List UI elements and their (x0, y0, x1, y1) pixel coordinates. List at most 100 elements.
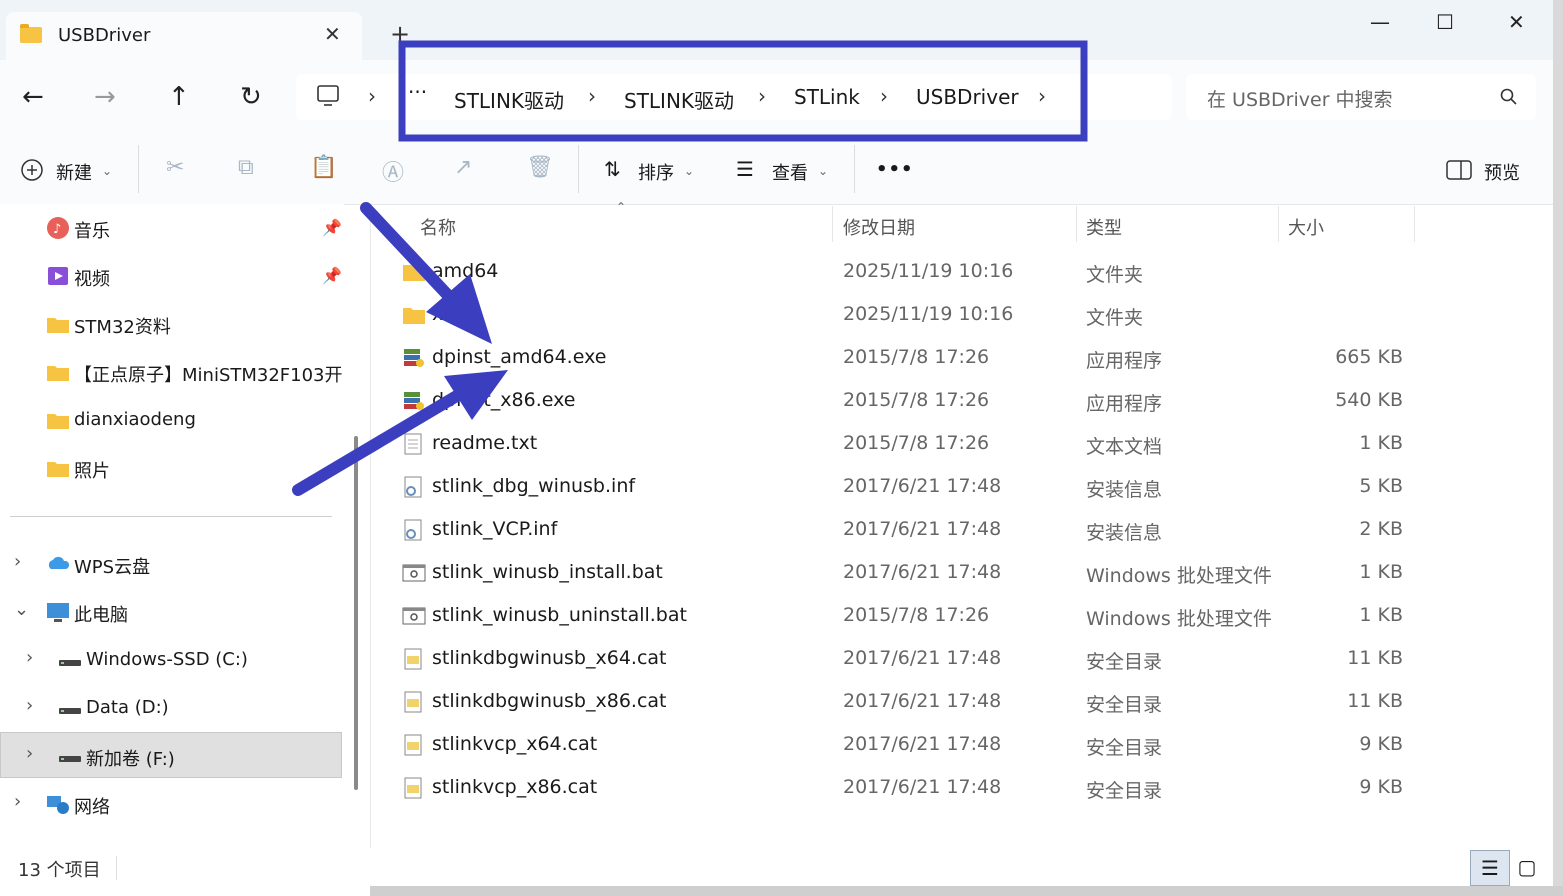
column-header-type[interactable]: 类型 (1086, 214, 1122, 240)
inf-file-icon (402, 476, 424, 498)
file-size: 11 KB (1347, 690, 1403, 712)
breadcrumb-overflow[interactable]: ··· (408, 80, 427, 104)
file-size: 9 KB (1359, 733, 1403, 755)
search-icon[interactable] (1500, 88, 1518, 106)
file-size: 9 KB (1359, 776, 1403, 798)
chevron-right-icon[interactable]: › (758, 84, 766, 108)
file-date: 2015/7/8 17:26 (843, 389, 990, 411)
computer-icon (46, 600, 70, 624)
file-type: 安全目录 (1086, 780, 1163, 802)
column-header-date[interactable]: 修改日期 (843, 214, 915, 240)
folder-icon (46, 408, 70, 432)
breadcrumb-item[interactable]: STLINK驱动 (624, 85, 734, 114)
more-options-button[interactable]: ••• (876, 159, 914, 180)
column-divider[interactable] (1076, 206, 1077, 242)
file-date: 2025/11/19 10:16 (843, 303, 1014, 325)
view-button[interactable]: 查看 (772, 159, 808, 185)
sidebar-item-label: STM32资料 (74, 317, 171, 338)
column-header-name[interactable]: 名称 (420, 214, 456, 240)
folder-icon (46, 456, 70, 480)
file-size: 540 KB (1335, 389, 1403, 411)
tab-close-button[interactable]: ✕ (324, 22, 341, 46)
cat-file-icon (402, 734, 424, 756)
breadcrumb-item[interactable]: STLINK驱动 (454, 85, 564, 114)
item-count: 13 个项目 (18, 860, 101, 881)
cut-icon[interactable]: ✂ (166, 155, 184, 180)
rename-icon[interactable]: Ⓐ (382, 155, 404, 187)
file-date: 2025/11/19 10:16 (843, 260, 1014, 282)
file-name: stlink_VCP.inf (432, 518, 558, 540)
refresh-button[interactable]: ↻ (240, 82, 262, 112)
cloud-icon (46, 552, 70, 576)
file-size: 1 KB (1359, 432, 1403, 454)
column-divider[interactable] (1278, 206, 1279, 242)
drive-icon (58, 744, 82, 768)
chevron-right-icon[interactable]: › (26, 743, 33, 764)
paste-icon[interactable]: 📋 (310, 155, 337, 180)
cat-file-icon (402, 777, 424, 799)
forward-button[interactable]: → (94, 82, 116, 112)
chevron-right-icon[interactable]: › (26, 695, 33, 716)
chevron-right-icon[interactable]: › (26, 647, 33, 668)
sort-button[interactable]: 排序 (638, 159, 674, 185)
file-size: 2 KB (1359, 518, 1403, 540)
sidebar-tree-label: Windows-SSD (C:) (86, 649, 248, 670)
close-button[interactable]: ✕ (1508, 10, 1525, 34)
computer-icon[interactable] (316, 84, 340, 108)
new-button[interactable]: 新建 (56, 159, 92, 185)
chevron-right-icon[interactable]: › (880, 84, 888, 108)
pin-icon: 📌 (322, 266, 342, 285)
share-icon[interactable]: ↗ (454, 155, 472, 180)
details-view-button[interactable]: ☰ (1470, 850, 1510, 886)
tiles-view-button[interactable]: ▢ (1508, 850, 1546, 884)
file-name: amd64 (432, 260, 499, 282)
chevron-down-icon[interactable]: ⌄ (14, 599, 29, 620)
back-button[interactable]: ← (22, 82, 44, 112)
chevron-right-icon[interactable]: › (368, 84, 376, 108)
column-divider[interactable] (1414, 206, 1415, 242)
delete-icon[interactable]: 🗑 (526, 155, 554, 180)
exe-file-icon (402, 390, 424, 412)
bat-file-icon (402, 562, 426, 584)
chevron-right-icon[interactable]: › (1038, 84, 1046, 108)
drive-icon (58, 648, 82, 672)
cat-file-icon (402, 691, 424, 713)
sidebar-item-label: 视频 (74, 269, 110, 290)
pane-divider[interactable] (370, 204, 371, 848)
new-tab-button[interactable]: + (390, 20, 410, 48)
preview-button[interactable]: 预览 (1484, 159, 1520, 185)
file-name: stlinkvcp_x86.cat (432, 776, 598, 798)
file-type: 文件夹 (1086, 264, 1144, 286)
maximize-button[interactable]: ☐ (1436, 10, 1454, 34)
chevron-right-icon[interactable]: › (588, 84, 596, 108)
status-divider (116, 856, 117, 880)
file-type: 安全目录 (1086, 694, 1163, 716)
file-date: 2015/7/8 17:26 (843, 346, 990, 368)
file-name: stlinkdbgwinusb_x86.cat (432, 690, 667, 712)
toolbar-divider (578, 145, 579, 193)
breadcrumb-item[interactable]: USBDriver (916, 85, 1019, 109)
sidebar-scrollbar[interactable] (354, 436, 358, 790)
file-date: 2017/6/21 17:48 (843, 733, 1002, 755)
up-button[interactable]: ↑ (168, 82, 190, 112)
chevron-right-icon[interactable]: › (14, 551, 21, 572)
svg-text:♪: ♪ (53, 222, 61, 237)
view-icon: ☰ (736, 157, 754, 181)
column-divider[interactable] (832, 206, 833, 242)
chevron-right-icon[interactable]: › (14, 791, 21, 812)
file-date: 2015/7/8 17:26 (843, 604, 990, 626)
copy-icon[interactable]: ⧉ (238, 155, 254, 180)
bat-file-icon (402, 605, 426, 627)
column-header-size[interactable]: 大小 (1288, 214, 1324, 240)
file-type: Windows 批处理文件 (1086, 565, 1272, 587)
chevron-down-icon[interactable]: ⌄ (102, 164, 112, 178)
file-name: stlinkdbgwinusb_x64.cat (432, 647, 667, 669)
file-type: 文件夹 (1086, 307, 1144, 329)
file-name: x86 (432, 303, 468, 325)
minimize-button[interactable]: — (1370, 10, 1390, 34)
breadcrumb-item[interactable]: STLink (794, 85, 860, 109)
chevron-down-icon[interactable]: ⌄ (684, 164, 694, 178)
sidebar-tree-label: 此电脑 (74, 605, 128, 626)
chevron-down-icon[interactable]: ⌄ (818, 164, 828, 178)
sidebar-tree-item[interactable] (0, 692, 344, 734)
